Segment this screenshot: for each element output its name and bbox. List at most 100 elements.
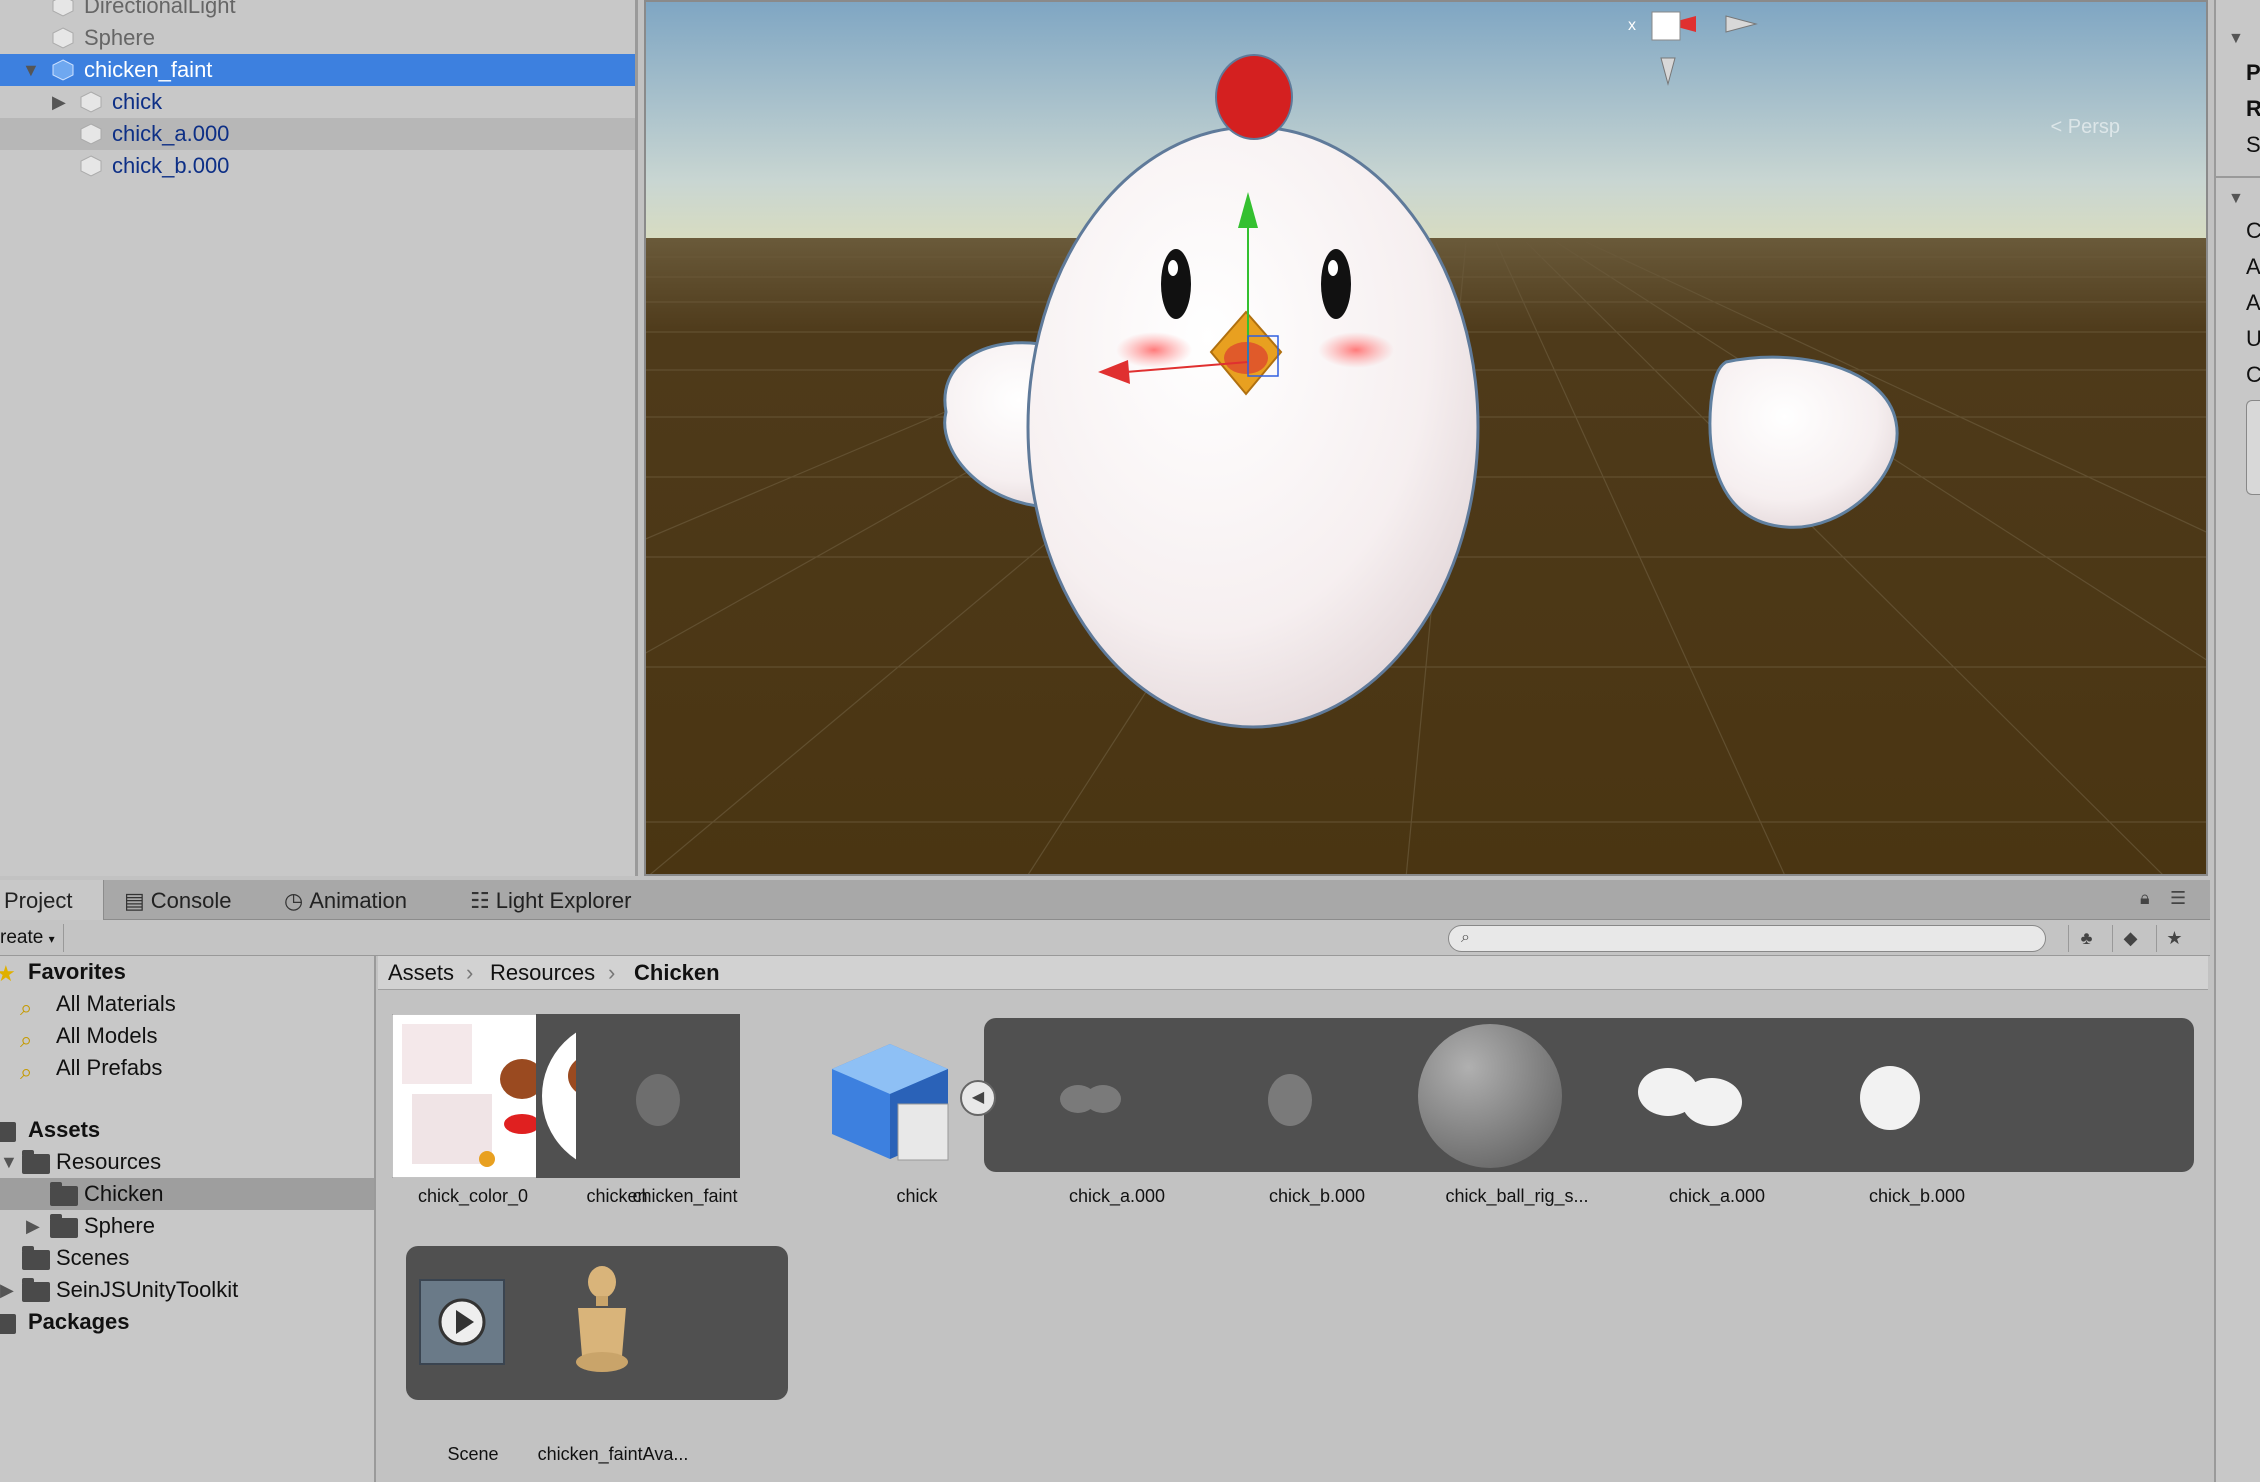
hierarchy-item-chick-a[interactable]: chick_a.000 [0,118,635,150]
folder-label: Scenes [56,1245,130,1270]
tab-console[interactable]: ▤ Console [124,880,232,920]
asset-chicken-faint-avatar[interactable]: chicken_faintAva... [518,1266,698,1472]
hierarchy-item-label: DirectionalLight [84,0,236,18]
favorite-label: All Models [56,1023,158,1048]
hierarchy-item-sphere[interactable]: Sphere [0,22,635,54]
favorite-all-prefabs[interactable]: ⌕ All Prefabs [0,1052,374,1084]
favorite-label: All Materials [56,991,176,1016]
folder-label: Sphere [84,1213,155,1238]
scene-play-icon [419,1279,505,1365]
search-field[interactable]: ⌕ [1448,925,2046,952]
expand-arrow-icon[interactable]: ▶ [52,86,72,118]
favorite-star-icon[interactable]: ★ [2156,925,2192,952]
inspector-letter: R [2246,96,2260,122]
asset-label: chick_b.000 [1868,1186,1966,1206]
expand-arrow-icon[interactable]: ▼ [22,54,42,86]
expand-arrow-icon[interactable]: ▶ [26,1210,40,1242]
asset-label: chick_b.000 [1268,1186,1366,1206]
favorite-all-materials[interactable]: ⌕ All Materials [0,988,374,1020]
folder-icon [22,1150,50,1174]
hierarchy-item-chick-b[interactable]: chick_b.000 [0,150,635,182]
inspector-letter: A [2246,254,2260,279]
hierarchy-item-label: Sphere [84,25,155,50]
folder-seinjs-toolkit[interactable]: ▶ SeinJSUnityToolkit [0,1274,374,1306]
tab-animation[interactable]: ◷ Animation [284,880,407,920]
asset-browser: Assets › Resources › Chicken ◀ chick_col… [378,956,2208,1482]
folder-sphere[interactable]: ▶ Sphere [0,1210,374,1242]
bottom-tab-bar: Project ▤ Console ◷ Animation ☷ Light Explo… [0,880,2210,920]
folder-packages[interactable]: Packages [0,1306,374,1338]
sliders-icon: ☷ [470,888,490,913]
folder-label: SeinJSUnityToolkit [56,1277,239,1302]
model-cube-thumbnail [832,1044,949,1161]
chevron-right-icon: › [608,960,616,985]
search-input[interactable] [1483,928,2033,949]
folder-icon [50,1214,78,1238]
dropdown-arrow-icon: ▾ [48,932,55,946]
tab-label: Project [4,888,73,913]
inspector-field[interactable] [2246,400,2260,495]
asset-label: chick [896,1186,938,1206]
expand-arrow-icon[interactable]: ▶ [0,1274,14,1306]
favorites-label: Favorites [28,959,126,984]
hierarchy-item-label: chicken_faint [84,57,213,82]
star-icon: ★ [0,958,16,990]
folder-label: Chicken [84,1181,164,1206]
favorites-header[interactable]: ★ Favorites [0,956,374,990]
foldout-arrow-icon[interactable]: ▼ [2228,30,2244,48]
mesh-thumbnail [1860,1066,1920,1130]
mesh-thumbnail [1638,1068,1742,1126]
gizmo-axis-label: x [1628,17,1636,34]
search-icon: ⌕ [1461,929,1470,946]
create-button[interactable]: reate ▾ [0,924,64,952]
hierarchy-panel: DirectionalLight Sphere ▼ chicken_faint … [0,0,638,876]
foldout-arrow-icon[interactable]: ▼ [2228,190,2244,208]
prefab-thumbnail [576,1014,740,1178]
gameobject-icon [80,155,102,177]
search-icon: ⌕ [20,1059,33,1084]
favorite-all-models[interactable]: ⌕ All Models [0,1020,374,1052]
hierarchy-item-chicken-faint[interactable]: ▼ chicken_faint [0,54,635,86]
folder-icon [22,1278,50,1302]
filter-by-label-icon[interactable]: ◆ [2112,925,2148,952]
persp-label[interactable]: < Persp [2051,116,2120,139]
project-folder-tree: ★ Favorites ⌕ All Materials ⌕ All Models… [0,956,376,1482]
hierarchy-item-directional-light[interactable]: DirectionalLight [0,0,635,22]
hierarchy-item-label: chick_b.000 [112,153,230,178]
create-label: reate [0,927,44,948]
folder-scenes[interactable]: Scenes [0,1242,374,1274]
folder-chicken[interactable]: Chicken [0,1178,374,1210]
avatar-mannequin-icon [576,1266,628,1372]
asset-chick-b-model[interactable]: chick_b.000 [1860,1014,2088,1214]
inspector-letter: C [2246,218,2260,244]
tab-label: Console [150,888,232,913]
tab-project[interactable]: Project [0,880,104,920]
tab-label: Animation [309,888,408,913]
folder-label: Assets [28,1117,101,1142]
breadcrumb-item[interactable]: Chicken [634,956,720,990]
hierarchy-item-chick[interactable]: ▶ chick [0,86,635,118]
folder-icon [0,1314,16,1334]
scene-viewport[interactable]: x [646,2,2208,876]
breadcrumb-item[interactable]: Resources [490,956,595,990]
lock-icon[interactable]: 🔒︎ [2140,888,2150,909]
inspector-letter: U [2246,326,2260,352]
tab-light-explorer[interactable]: ☷ Light Explorer [470,880,631,920]
panel-menu-icon[interactable]: ☰ [2170,888,2186,909]
filter-by-type-icon[interactable]: ♣ [2068,925,2104,952]
folder-assets[interactable]: Assets [0,1114,374,1146]
scene-view[interactable]: x < Persp [644,0,2208,876]
folder-icon [0,1122,16,1142]
asset-label: chick_a.000 [1068,1186,1166,1206]
breadcrumb-item[interactable]: Assets [388,956,454,990]
folder-icon [50,1182,78,1206]
asset-label: chick_a.000 [1668,1186,1766,1206]
gameobject-icon [52,27,74,49]
clock-icon: ◷ [284,888,304,913]
expand-arrow-icon[interactable]: ▼ [0,1146,18,1178]
inspector-letter: A [2246,290,2260,315]
prefab-icon [52,59,74,81]
folder-resources[interactable]: ▼ Resources [0,1146,374,1178]
breadcrumb: Assets › Resources › Chicken [378,956,2208,990]
gameobject-icon [52,0,74,17]
